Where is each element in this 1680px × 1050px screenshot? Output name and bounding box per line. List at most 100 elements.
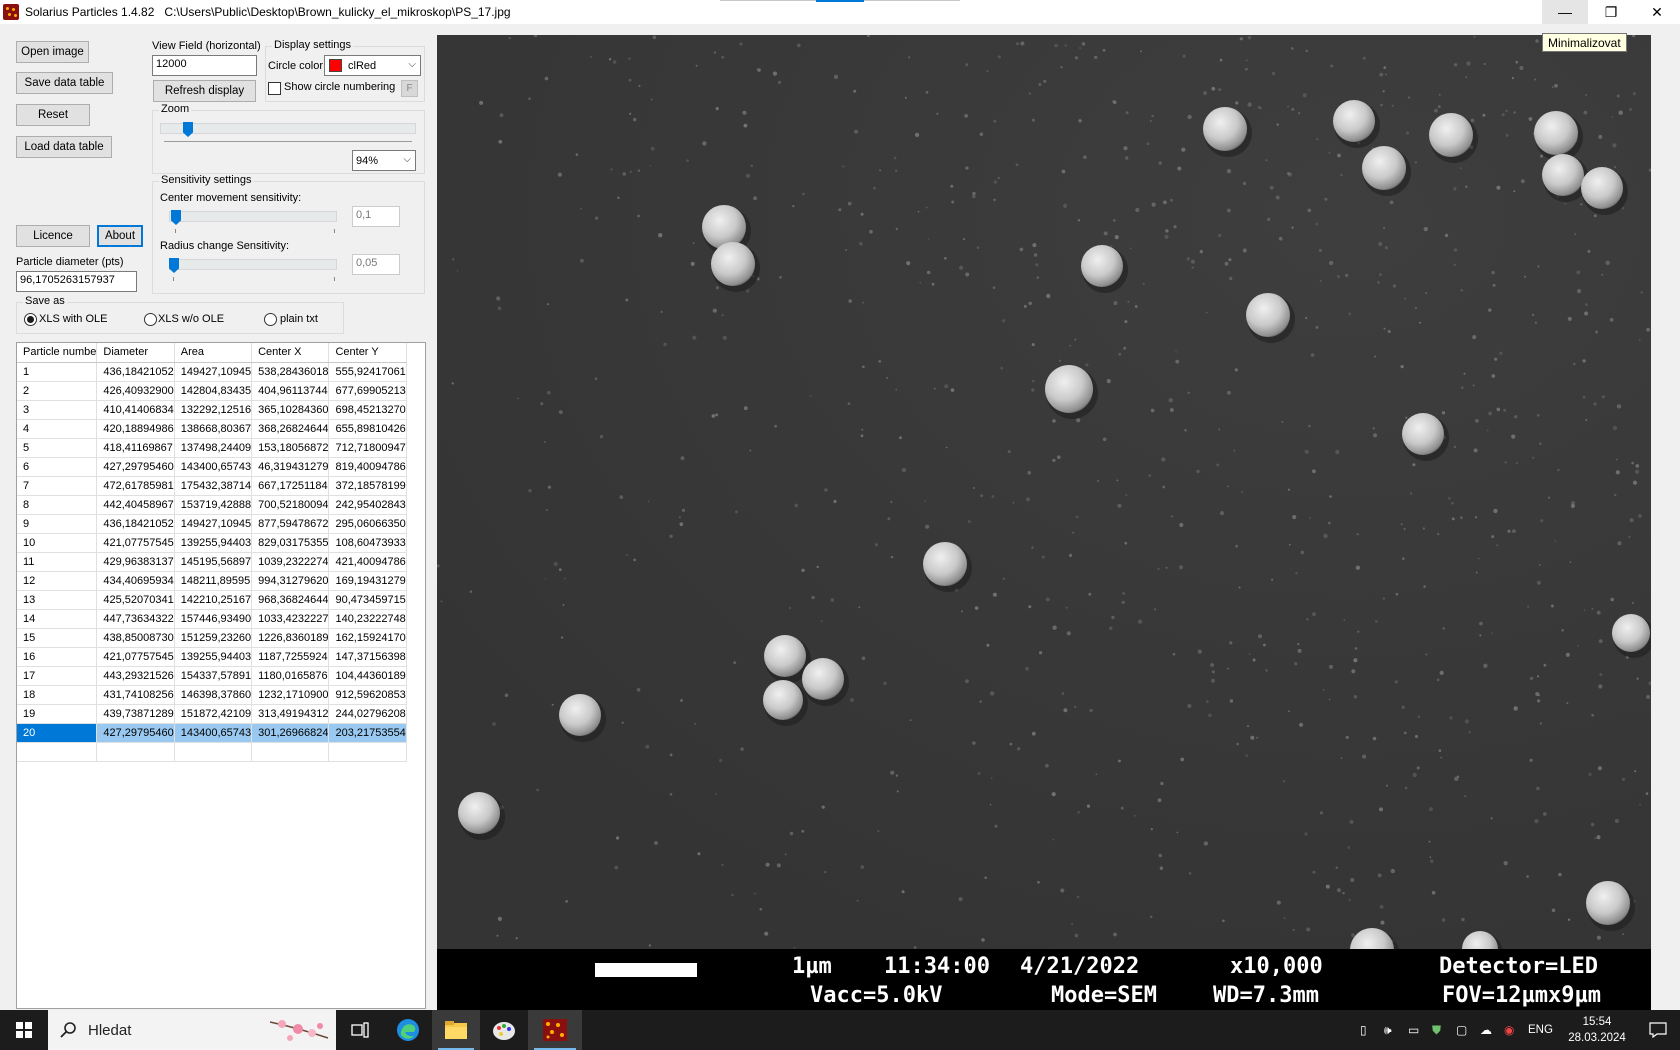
notifications-button[interactable] <box>1636 1010 1680 1050</box>
center-sensitivity-input[interactable]: 0,1 <box>352 206 400 227</box>
taskbar-clock[interactable]: 15:54 28.03.2024 <box>1562 1014 1632 1046</box>
device-icon[interactable]: ▢ <box>1456 1023 1467 1037</box>
table-cell[interactable]: 7 <box>17 476 98 496</box>
radio-xls-with-ole[interactable] <box>24 313 37 326</box>
table-cell[interactable]: 6 <box>17 457 98 477</box>
table-cell[interactable]: 143400,65743 <box>174 723 253 743</box>
start-button[interactable] <box>0 1010 48 1050</box>
table-cell[interactable] <box>251 742 330 762</box>
radio-xls-without-ole[interactable] <box>144 313 157 326</box>
radius-sensitivity-track[interactable] <box>169 259 337 270</box>
edge-taskbar-button[interactable] <box>384 1010 432 1050</box>
table-cell[interactable]: 104,44360189 <box>328 666 407 686</box>
load-data-table-button[interactable]: Load data table <box>16 136 112 158</box>
table-cell[interactable]: 16 <box>17 647 98 667</box>
table-cell[interactable]: 90,473459715 <box>328 590 407 610</box>
table-cell[interactable]: 3 <box>17 400 98 420</box>
table-cell[interactable]: 148211,89595 <box>174 571 253 591</box>
onedrive-icon[interactable]: ☁ <box>1480 1023 1492 1037</box>
table-cell[interactable]: 538,28436018 <box>251 362 330 382</box>
table-cell[interactable]: 1 <box>17 362 98 382</box>
table-cell[interactable]: 447,73634322 <box>96 609 175 629</box>
show-numbering-checkbox[interactable] <box>268 82 281 95</box>
table-row[interactable]: 14 447,73634322 157446,93490 1033,4232227 14… <box>17 609 407 629</box>
paint-taskbar-button[interactable] <box>480 1010 528 1050</box>
table-row[interactable]: 18 431,74108256 146398,37860 1232,1710900 91… <box>17 685 407 705</box>
table-cell[interactable]: 368,26824644 <box>251 419 330 439</box>
table-row[interactable]: 17 443,29321526 154337,57891 1180,0165876 10… <box>17 666 407 686</box>
table-cell[interactable]: 438,85008730 <box>96 628 175 648</box>
table-cell[interactable]: 154337,57891 <box>174 666 253 686</box>
table-cell[interactable]: 18 <box>17 685 98 705</box>
licence-button[interactable]: Licence <box>16 225 90 247</box>
table-cell[interactable]: 162,15924170 <box>328 628 407 648</box>
table-cell[interactable]: 151259,23260 <box>174 628 253 648</box>
table-cell[interactable]: 434,40695934 <box>96 571 175 591</box>
table-cell[interactable]: 436,18421052 <box>96 514 175 534</box>
table-cell[interactable]: 667,17251184 <box>251 476 330 496</box>
table-cell[interactable]: 372,18578199 <box>328 476 407 496</box>
table-cell[interactable]: 203,21753554 <box>328 723 407 743</box>
chrome-icon[interactable]: ◉ <box>1504 1023 1514 1037</box>
table-cell[interactable]: 700,52180094 <box>251 495 330 515</box>
table-cell[interactable]: 829,03175355 <box>251 533 330 553</box>
table-row[interactable]: 19 439,73871289 151872,42109 313,49194312 24… <box>17 704 407 724</box>
security-icon[interactable]: ⛊ <box>1432 1023 1441 1038</box>
table-cell[interactable]: 153719,42888 <box>174 495 253 515</box>
table-row[interactable]: 6 427,29795460 143400,65743 46,319431279 819… <box>17 457 407 477</box>
f-button[interactable]: F <box>401 80 418 97</box>
table-cell[interactable]: 139255,94403 <box>174 533 253 553</box>
sem-image-panel[interactable]: 1µm 11:34:00 4/21/2022 x10,000 Detector=… <box>437 35 1651 1011</box>
table-cell[interactable]: 1226,8360189 <box>251 628 330 648</box>
table-cell[interactable]: 1180,0165876 <box>251 666 330 686</box>
table-cell[interactable]: 912,59620853 <box>328 685 407 705</box>
table-cell[interactable]: 429,96383137 <box>96 552 175 572</box>
table-row[interactable]: 10 421,07757545 139255,94403 829,03175355 10… <box>17 533 407 553</box>
table-cell[interactable]: 143400,65743 <box>174 457 253 477</box>
table-row[interactable]: 9 436,18421052 149427,10945 877,59478672 295… <box>17 514 407 534</box>
table-cell[interactable]: 4 <box>17 419 98 439</box>
table-cell[interactable]: 439,73871289 <box>96 704 175 724</box>
table-cell[interactable]: 421,40094786 <box>328 552 407 572</box>
language-indicator[interactable]: ENG <box>1528 1024 1553 1036</box>
center-sensitivity-track[interactable] <box>169 211 337 222</box>
column-header-area[interactable]: Area <box>174 343 253 363</box>
column-header-center-y[interactable]: Center Y <box>328 343 407 363</box>
table-row[interactable]: 16 421,07757545 139255,94403 1187,7255924 14… <box>17 647 407 667</box>
table-cell[interactable] <box>174 742 253 762</box>
radius-sensitivity-input[interactable]: 0,05 <box>352 254 400 275</box>
table-cell[interactable]: 712,71800947 <box>328 438 407 458</box>
table-cell[interactable]: 138668,80367 <box>174 419 253 439</box>
save-data-table-button[interactable]: Save data table <box>16 72 113 94</box>
table-cell[interactable]: 301,26966824 <box>251 723 330 743</box>
table-cell[interactable]: 426,40932900 <box>96 381 175 401</box>
about-button[interactable]: About <box>97 225 143 247</box>
table-cell[interactable]: 425,52070341 <box>96 590 175 610</box>
table-cell[interactable]: 421,07757545 <box>96 533 175 553</box>
table-cell[interactable]: 9 <box>17 514 98 534</box>
table-cell[interactable]: 108,60473933 <box>328 533 407 553</box>
table-cell[interactable]: 146398,37860 <box>174 685 253 705</box>
refresh-display-button[interactable]: Refresh display <box>153 80 256 102</box>
table-cell[interactable]: 365,10284360 <box>251 400 330 420</box>
table-cell[interactable]: 418,41169867 <box>96 438 175 458</box>
taskbar-search[interactable]: Hledat <box>48 1010 336 1050</box>
table-cell[interactable]: 5 <box>17 438 98 458</box>
table-cell[interactable]: 20 <box>17 723 98 743</box>
particle-data-table[interactable]: Particle numbe Diameter Area Center X Ce… <box>16 342 426 1009</box>
table-cell[interactable]: 139255,94403 <box>174 647 253 667</box>
table-cell[interactable]: 149427,10945 <box>174 362 253 382</box>
table-cell[interactable]: 442,40458967 <box>96 495 175 515</box>
table-row[interactable]: 8 442,40458967 153719,42888 700,52180094 242… <box>17 495 407 515</box>
table-cell[interactable]: 427,29795460 <box>96 723 175 743</box>
particle-diameter-input[interactable]: 96,1705263157937 <box>16 271 137 292</box>
table-cell[interactable]: 10 <box>17 533 98 553</box>
table-cell[interactable]: 142804,83435 <box>174 381 253 401</box>
table-cell[interactable]: 877,59478672 <box>251 514 330 534</box>
table-cell[interactable]: 994,31279620 <box>251 571 330 591</box>
solarius-taskbar-button[interactable] <box>528 1010 582 1050</box>
table-cell[interactable]: 14 <box>17 609 98 629</box>
column-header-center-x[interactable]: Center X <box>251 343 330 363</box>
table-cell[interactable]: 1039,2322274 <box>251 552 330 572</box>
table-row[interactable]: 5 418,41169867 137498,24409 153,18056872 712… <box>17 438 407 458</box>
